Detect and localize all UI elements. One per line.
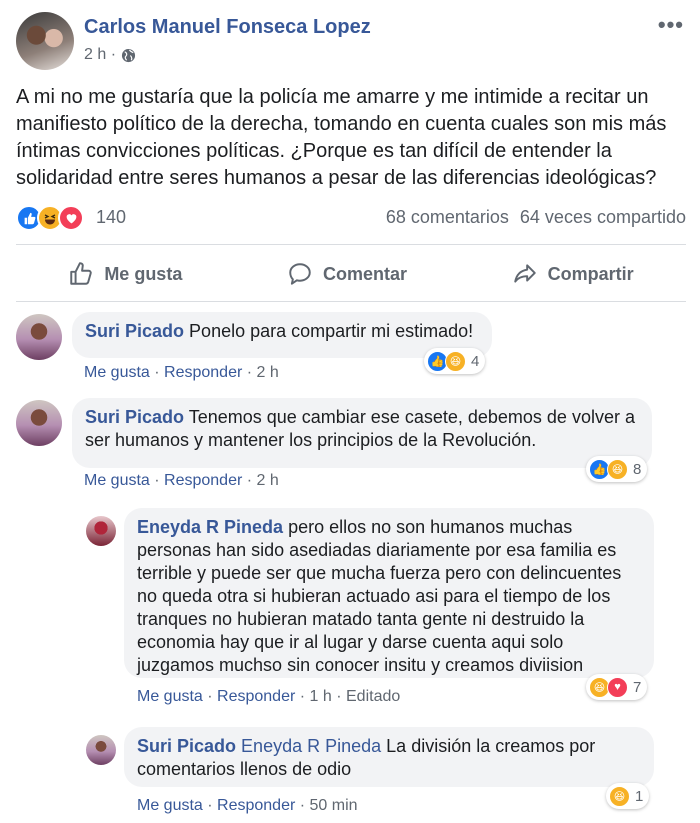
post-text: A mi no me gustaría que la policía me am… — [16, 86, 667, 189]
globe-icon — [121, 48, 136, 62]
share-label: Compartir — [547, 263, 634, 284]
comment-actions: Me gusta · Responder · 50 min — [137, 797, 358, 814]
comment-reactions[interactable]: 👍 😆 4 — [424, 348, 486, 374]
post-stats: 68 comentarios 64 veces compartido — [380, 207, 686, 228]
avatar[interactable] — [86, 516, 116, 546]
reaction-count: 8 — [633, 460, 642, 478]
comment-time[interactable]: 50 min — [310, 797, 358, 814]
edited-label: Editado — [346, 688, 401, 705]
like-button[interactable]: Me gusta — [68, 261, 182, 287]
like-label: Me gusta — [104, 263, 183, 284]
reply: Suri Picado Eneyda R Pineda La división … — [86, 727, 686, 819]
comment-reactions[interactable]: 😆 ♥ 7 — [586, 674, 648, 700]
avatar[interactable] — [16, 314, 62, 360]
haha-reaction-icon: 😆 — [445, 350, 466, 372]
divider — [16, 244, 686, 245]
post-time[interactable]: 2 h · — [84, 46, 116, 64]
comment-author[interactable]: Eneyda R Pineda — [137, 517, 283, 537]
author-avatar[interactable] — [16, 12, 74, 70]
comment-author[interactable]: Suri Picado — [85, 407, 184, 427]
share-icon — [513, 264, 536, 283]
comment-time[interactable]: 2 h — [257, 472, 279, 489]
divider — [16, 301, 686, 302]
comment-like-link[interactable]: Me gusta — [84, 364, 150, 381]
love-reaction-icon: ♥ — [607, 676, 628, 698]
comment-icon — [289, 263, 311, 285]
reply: Eneyda R Pineda pero ellos no son humano… — [86, 508, 686, 713]
comment-like-link[interactable]: Me gusta — [84, 472, 150, 489]
comment-label: Comentar — [322, 263, 407, 284]
comment-time[interactable]: 1 h — [310, 688, 332, 705]
comment-bubble: Eneyda R Pineda pero ellos no son humano… — [124, 508, 654, 678]
post-author-name[interactable]: Carlos Manuel Fonseca Lopez — [84, 16, 371, 39]
comment-actions: Me gusta · Responder · 2 h — [84, 364, 279, 381]
haha-reaction-icon: 😆 — [607, 458, 628, 480]
reaction-count: 7 — [633, 678, 642, 696]
post-meta: 2 h · — [84, 46, 136, 64]
comment-button[interactable]: Comentar — [287, 261, 407, 287]
mention-tag[interactable]: Eneyda R Pineda — [241, 736, 381, 756]
comment-bubble: Suri Picado Eneyda R Pineda La división … — [124, 727, 654, 787]
comment-actions: Me gusta · Responder · 1 h · Editado — [137, 688, 401, 705]
reactions-bar: 140 68 comentarios 64 veces compartido — [16, 203, 686, 233]
thumbs-up-icon — [70, 262, 93, 285]
post-header: Carlos Manuel Fonseca Lopez 2 h · ••• — [16, 12, 684, 72]
reaction-count[interactable]: 140 — [96, 207, 126, 228]
shares-count[interactable]: 64 veces compartido — [520, 207, 686, 227]
comment-like-link[interactable]: Me gusta — [137, 688, 203, 705]
comment-text: pero ellos no son humanos muchas persona… — [137, 517, 622, 675]
comment-reactions[interactable]: 😆 1 — [606, 783, 650, 809]
comment-reply-link[interactable]: Responder — [217, 688, 295, 705]
comment-author[interactable]: Suri Picado — [137, 736, 236, 756]
avatar[interactable] — [86, 735, 116, 765]
reaction-count: 1 — [635, 787, 644, 805]
comment-reactions[interactable]: 👍 😆 8 — [586, 456, 648, 482]
comment-reply-link[interactable]: Responder — [164, 472, 242, 489]
comment-time[interactable]: 2 h — [257, 364, 279, 381]
post-actions: Me gusta Comentar Compartir — [16, 248, 686, 300]
comment-reply-link[interactable]: Responder — [217, 797, 295, 814]
share-button[interactable]: Compartir — [512, 261, 634, 287]
reaction-count: 4 — [471, 352, 480, 370]
haha-reaction-icon: 😆 — [609, 785, 630, 807]
comment-actions: Me gusta · Responder · 2 h — [84, 472, 279, 489]
comments-count[interactable]: 68 comentarios — [386, 207, 509, 227]
comment-like-link[interactable]: Me gusta — [137, 797, 203, 814]
comment: Suri Picado Ponelo para compartir mi est… — [16, 312, 686, 387]
comment: Suri Picado Tenemos que cambiar ese case… — [16, 398, 686, 493]
comment-reply-link[interactable]: Responder — [164, 364, 242, 381]
avatar[interactable] — [16, 400, 62, 446]
reaction-icons[interactable] — [16, 205, 84, 231]
comment-text: Ponelo para compartir mi estimado! — [189, 321, 474, 341]
more-options-icon[interactable]: ••• — [658, 12, 684, 38]
comment-bubble: Suri Picado Tenemos que cambiar ese case… — [72, 398, 652, 468]
comment-author[interactable]: Suri Picado — [85, 321, 184, 341]
love-reaction-icon — [58, 205, 84, 231]
